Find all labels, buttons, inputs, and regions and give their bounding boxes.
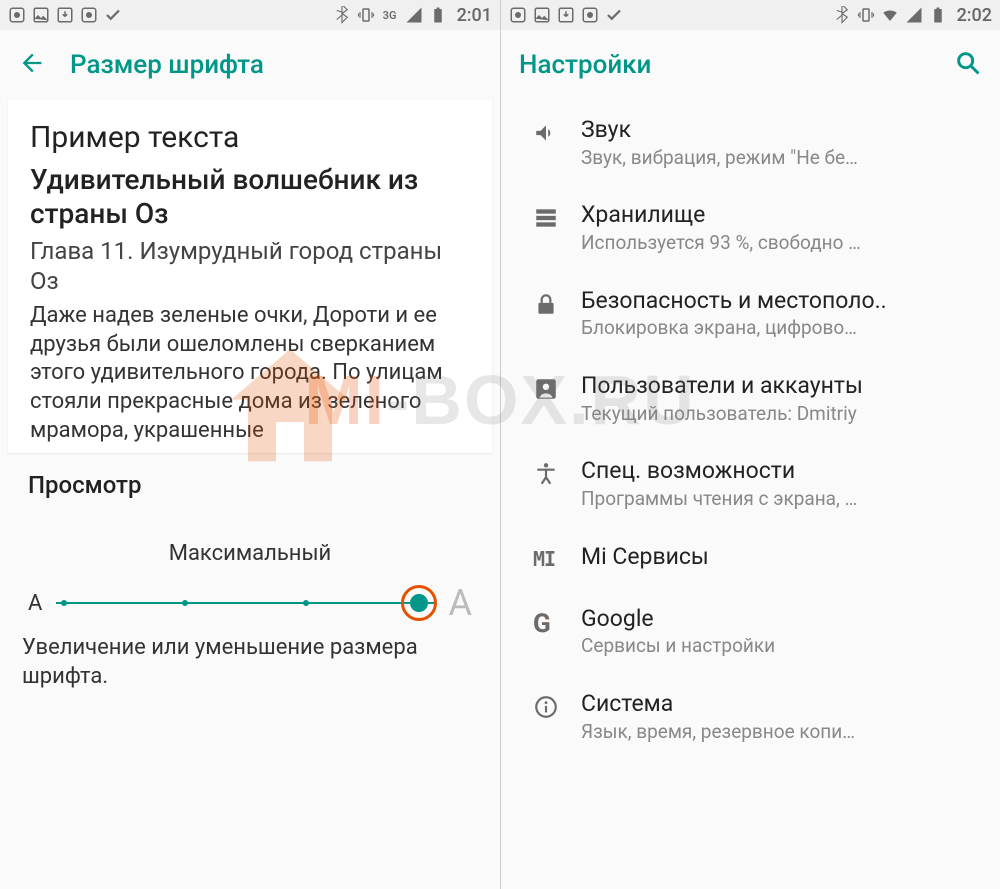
setting-subtitle: Язык, время, резервное копи…: [581, 720, 980, 744]
arrow-back-icon: [18, 49, 46, 77]
image-icon: [533, 6, 551, 24]
settings-list[interactable]: ЗвукЗвук, вибрация, режим "Не бе… Хранил…: [501, 100, 1000, 889]
setting-subtitle: Звук, вибрация, режим "Не бе…: [581, 146, 980, 170]
account-icon: [511, 372, 581, 402]
setting-item-system[interactable]: СистемаЯзык, время, резервное копи…: [501, 674, 1000, 759]
appbar-title: Размер шрифта: [70, 50, 264, 80]
setting-subtitle: Текущий пользователь: Dmitriy: [581, 402, 980, 426]
network-label: 3G: [381, 6, 399, 24]
setting-title: Спец. возможности: [581, 457, 980, 485]
setting-subtitle: Сервисы и настройки: [581, 634, 980, 658]
setting-title: Хранилище: [581, 201, 980, 229]
lock-icon: [511, 287, 581, 317]
preview-label: Просмотр: [0, 453, 500, 511]
download-icon: [56, 6, 74, 24]
volume-icon: [511, 116, 581, 146]
clock-text: 2:01: [457, 5, 492, 26]
bluetooth-icon: [333, 6, 351, 24]
font-size-slider[interactable]: A A: [0, 566, 500, 630]
slider-level-label: Максимальный: [0, 541, 500, 566]
slider-max-label: A: [449, 582, 472, 624]
setting-item-mi-services[interactable]: MI Mi Сервисы: [501, 527, 1000, 589]
bluetooth-icon: [833, 6, 851, 24]
slider-track[interactable]: [56, 591, 434, 615]
setting-item-storage[interactable]: ХранилищеИспользуется 93 %, свободно …: [501, 185, 1000, 270]
sample-chapter: Глава 11. Изумрудный город страны Оз: [30, 236, 470, 296]
setting-item-security[interactable]: Безопасность и местополо..Блокировка экр…: [501, 271, 1000, 356]
signal-icon: [905, 6, 923, 24]
setting-title: Система: [581, 690, 980, 718]
status-bar: 2:02: [501, 0, 1000, 30]
setting-subtitle: Блокировка экрана, цифрово…: [581, 316, 980, 340]
info-icon: [511, 690, 581, 720]
storage-icon: [511, 201, 581, 231]
notif2-icon: [581, 6, 599, 24]
phone-font-size: 3G 2:01 Размер шрифта Пример текста Удив…: [0, 0, 500, 889]
sample-heading: Пример текста: [30, 120, 470, 155]
slider-highlight-ring: [401, 585, 437, 621]
content-area: Пример текста Удивительный волшебник из …: [0, 100, 500, 889]
phone-settings: 2:02 Настройки ЗвукЗвук, вибрация, режим…: [500, 0, 1000, 889]
image-icon: [32, 6, 50, 24]
slider-min-label: A: [28, 591, 42, 616]
battery-icon: [929, 6, 947, 24]
back-button[interactable]: [18, 49, 46, 81]
sample-body: Даже надев зеленые очки, Дороти и ее дру…: [30, 302, 470, 445]
notif-icon: [509, 6, 527, 24]
appbar: Размер шрифта: [0, 30, 500, 100]
clock-text: 2:02: [957, 5, 992, 26]
vibrate-icon: [357, 6, 375, 24]
appbar: Настройки: [501, 30, 1000, 100]
wifi-icon: [881, 6, 899, 24]
signal-icon: [405, 6, 423, 24]
vibrate-icon: [857, 6, 875, 24]
battery-icon: [429, 6, 447, 24]
setting-item-accessibility[interactable]: Спец. возможностиПрограммы чтения с экра…: [501, 441, 1000, 526]
setting-subtitle: Используется 93 %, свободно …: [581, 231, 980, 255]
notif-icon: [8, 6, 26, 24]
mi-icon: MI: [511, 543, 581, 573]
accessibility-icon: [511, 457, 581, 487]
setting-title: Google: [581, 605, 980, 633]
status-bar: 3G 2:01: [0, 0, 500, 30]
setting-title: Звук: [581, 116, 980, 144]
appbar-title: Настройки: [519, 50, 651, 80]
sample-title: Удивительный волшебник из страны Оз: [30, 163, 470, 230]
setting-title: Пользователи и аккаунты: [581, 372, 980, 400]
sample-card: Пример текста Удивительный волшебник из …: [8, 100, 492, 453]
search-button[interactable]: [954, 49, 982, 81]
setting-subtitle: Программы чтения с экрана, …: [581, 487, 980, 511]
setting-item-sound[interactable]: ЗвукЗвук, вибрация, режим "Не бе…: [501, 100, 1000, 185]
google-icon: G: [511, 605, 581, 635]
setting-title: Mi Сервисы: [581, 543, 980, 571]
check-icon: [605, 6, 623, 24]
search-icon: [954, 49, 982, 77]
setting-title: Безопасность и местополо..: [581, 287, 980, 315]
notif2-icon: [80, 6, 98, 24]
setting-item-accounts[interactable]: Пользователи и аккаунтыТекущий пользоват…: [501, 356, 1000, 441]
setting-item-google[interactable]: G GoogleСервисы и настройки: [501, 589, 1000, 674]
slider-description: Увеличение или уменьшение размера шрифта…: [0, 630, 500, 695]
check-icon: [104, 6, 122, 24]
download-icon: [557, 6, 575, 24]
